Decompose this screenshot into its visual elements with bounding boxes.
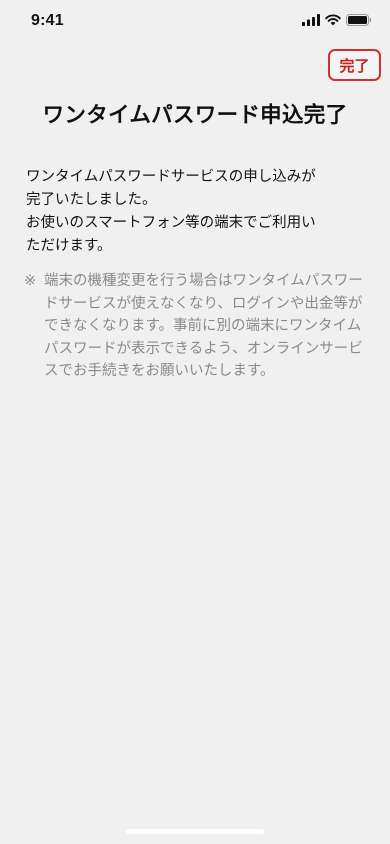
home-indicator[interactable] — [126, 829, 264, 834]
completion-message-line: 完了いたしました。 — [26, 192, 157, 208]
completion-message-line: ただけます。 — [26, 238, 112, 254]
completion-message-line: ワンタイムパスワードサービスの申し込みが — [26, 169, 316, 185]
status-time: 9:41 — [31, 12, 64, 29]
completion-message: ワンタイムパスワードサービスの申し込みが 完了いたしました。 お使いのスマートフ… — [26, 166, 371, 258]
note-text: 端末の機種変更を行う場合はワンタイムパスワードサービスが使えなくなり、ログインや… — [44, 273, 363, 379]
done-button[interactable]: 完了 — [328, 49, 381, 81]
battery-icon — [346, 14, 372, 26]
status-bar: 9:41 — [0, 0, 390, 44]
wifi-icon — [325, 14, 341, 26]
page-title: ワンタイムパスワード申込完了 — [42, 103, 348, 128]
completion-message-line: お使いのスマートフォン等の端末でご利用い — [26, 215, 316, 231]
device-change-note: ※ 端末の機種変更を行う場合はワンタイムパスワードサービスが使えなくなり、ログイ… — [24, 270, 364, 383]
signal-icon — [302, 14, 320, 26]
status-icons — [302, 14, 372, 26]
note-mark: ※ — [24, 273, 37, 289]
